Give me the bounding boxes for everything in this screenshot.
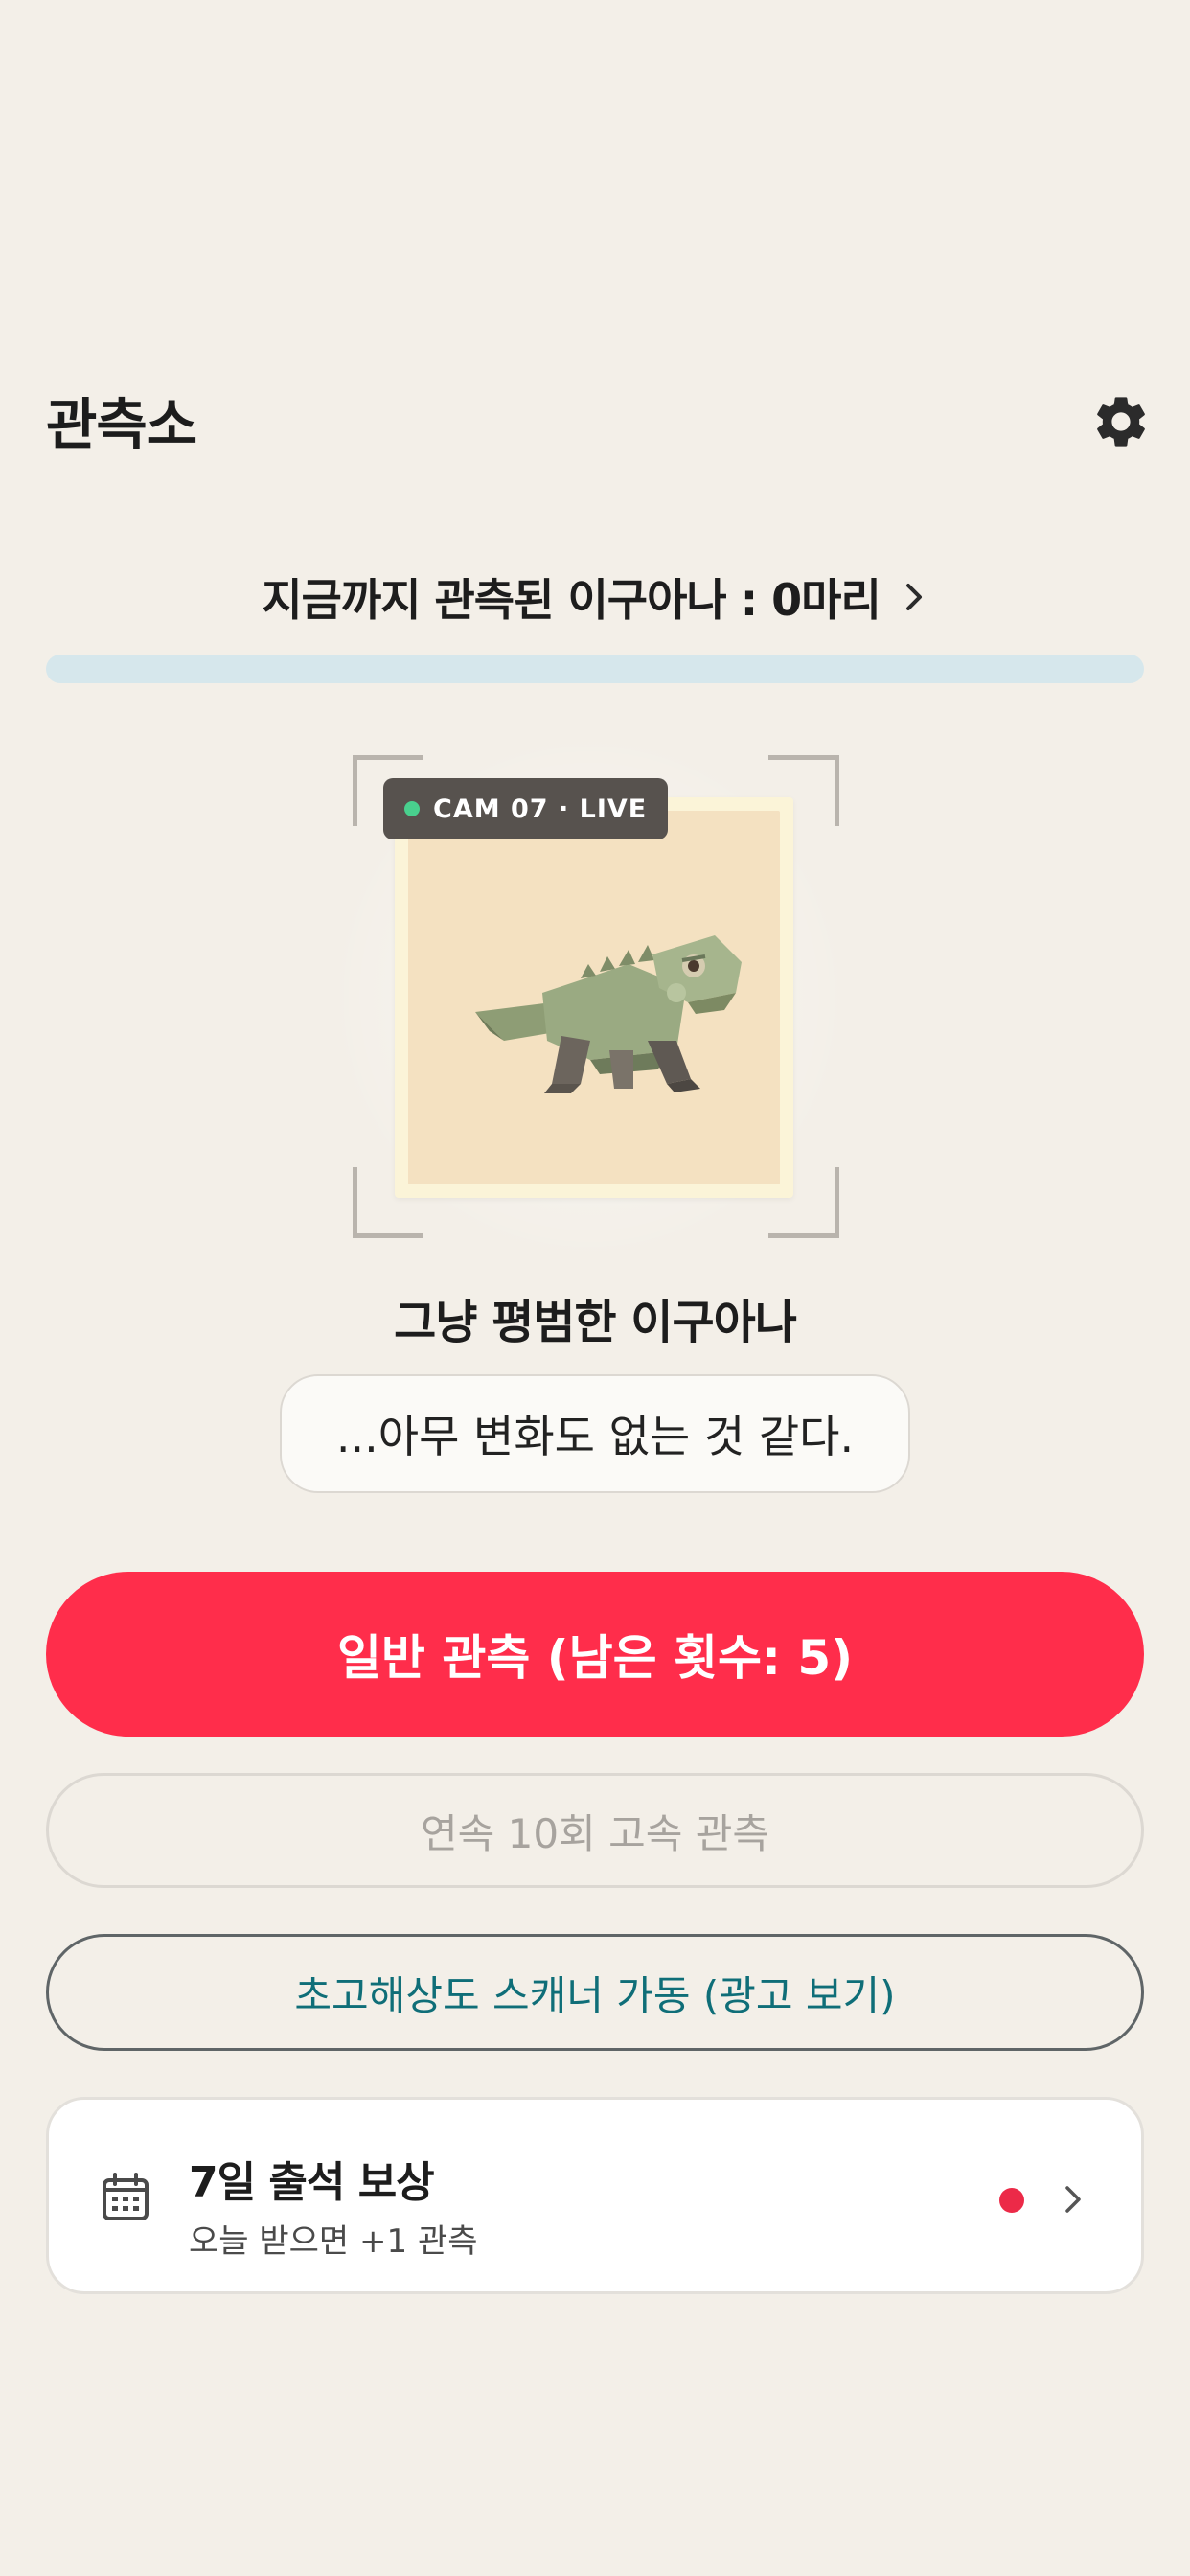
observatory-screen: 관측소 지금까지 관측된 이구아나 : 0마리 CAM 07 · LIVE 그냥… (0, 0, 1190, 2576)
observed-progress-bar (46, 655, 1144, 683)
observed-count-link[interactable]: 지금까지 관측된 이구아나 : 0마리 (0, 565, 1190, 629)
observation-message-bubble: ...아무 변화도 없는 것 같다. (280, 1374, 910, 1493)
attendance-subtitle: 오늘 받으면 +1 관측 (189, 2222, 478, 2261)
observation-message: ...아무 변화도 없는 것 같다. (335, 1411, 855, 1462)
iguana-photo (395, 797, 793, 1198)
chevron-right-icon (1065, 2186, 1081, 2213)
calendar-icon (103, 2173, 149, 2220)
camera-view: CAM 07 · LIVE (326, 728, 853, 1265)
normal-observe-button[interactable]: 일반 관측 (남은 횟수: 5) (46, 1572, 1144, 1736)
iguana-image (475, 935, 742, 1093)
photo-background (408, 811, 780, 1184)
rapid-observe-button[interactable]: 연속 10회 고속 관측 (46, 1773, 1144, 1888)
observed-count-text: 지금까지 관측된 이구아나 : 0마리 (262, 574, 881, 626)
attendance-title: 7일 출석 보상 (189, 2158, 435, 2207)
scanner-ad-button[interactable]: 초고해상도 스캐너 가동 (광고 보기) (46, 1934, 1144, 2051)
species-name: 그냥 평범한 이구아나 (394, 1296, 797, 1349)
camera-live-badge: CAM 07 · LIVE (383, 778, 669, 840)
live-indicator-dot (404, 801, 420, 816)
page-title: 관측소 (46, 392, 197, 457)
notification-dot (999, 2188, 1024, 2213)
attendance-reward-card[interactable]: 7일 출석 보상 오늘 받으면 +1 관측 (46, 2097, 1144, 2294)
settings-button[interactable] (1090, 391, 1152, 452)
gear-icon (1097, 397, 1145, 447)
camera-badge-label: CAM 07 · LIVE (433, 794, 648, 824)
chevron-right-icon (905, 584, 922, 610)
